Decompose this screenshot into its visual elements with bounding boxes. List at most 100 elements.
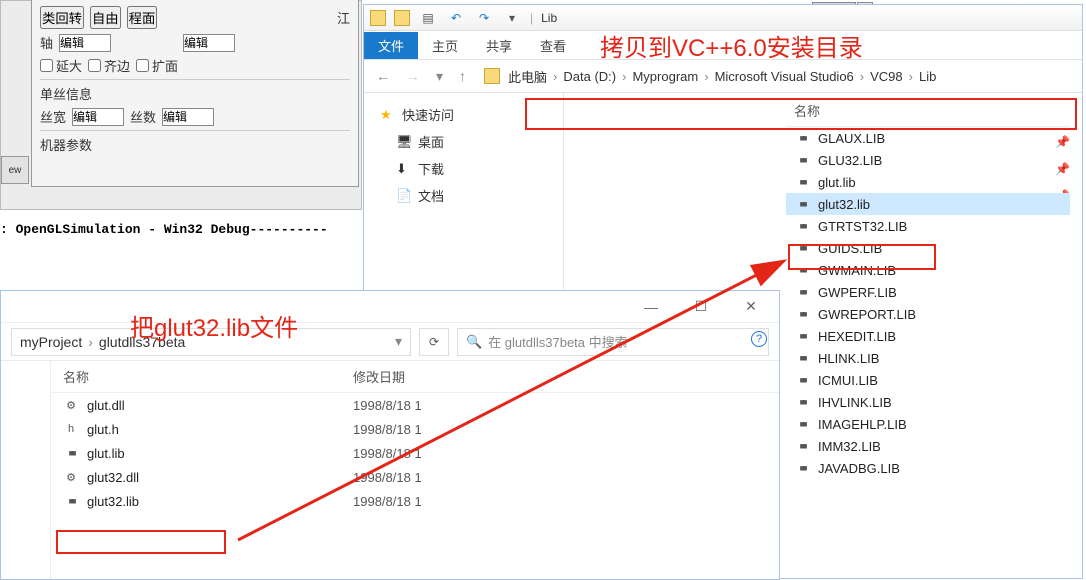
chk-align[interactable]: [88, 59, 101, 72]
chk-expand[interactable]: [136, 59, 149, 72]
search-input[interactable]: 🔍 在 glutdlls37beta 中搜索: [457, 328, 769, 356]
nav-docs[interactable]: 📄文档📌: [372, 182, 555, 209]
file-name: GWREPORT.LIB: [818, 307, 916, 322]
folder-icon: [394, 10, 410, 26]
menu-share[interactable]: 共享: [472, 32, 526, 59]
undo-icon[interactable]: ↶: [446, 8, 466, 28]
folder-icon: [484, 68, 500, 84]
file-row[interactable]: GLAUX.LIB: [786, 127, 1070, 149]
file-row[interactable]: IMAGEHLP.LIB: [786, 413, 1070, 435]
highlight-source-file: [56, 530, 226, 554]
nav-recent-icon[interactable]: ▾: [432, 68, 447, 85]
file-row[interactable]: HEXEDIT.LIB: [786, 325, 1070, 347]
folder-icon: [370, 10, 386, 26]
view-button[interactable]: ew: [1, 156, 29, 184]
label-count: 丝数: [130, 107, 156, 126]
file-name: IHVLINK.LIB: [818, 395, 892, 410]
menu-view[interactable]: 查看: [526, 32, 580, 59]
file-row[interactable]: GWREPORT.LIB: [786, 303, 1070, 325]
lib-file-icon: [794, 218, 810, 234]
file-name: HEXEDIT.LIB: [818, 329, 896, 344]
window-title: Lib: [541, 11, 557, 25]
file-row[interactable]: ⚙glut32.dll1998/8/18 1: [51, 465, 779, 489]
btn-rotate[interactable]: 类回转: [40, 6, 84, 29]
breadcrumb-segment[interactable]: VC98: [870, 69, 903, 84]
file-row[interactable]: IHVLINK.LIB: [786, 391, 1070, 413]
breadcrumb-segment[interactable]: Microsoft Visual Studio6: [715, 69, 854, 84]
width-edit[interactable]: [72, 108, 124, 126]
nav-up-icon[interactable]: ↑: [455, 68, 470, 84]
nav-back-icon[interactable]: ←: [372, 68, 394, 84]
lib-file-icon: [794, 460, 810, 476]
file-row[interactable]: hglut.h1998/8/18 1: [51, 417, 779, 441]
file-name: glut.lib: [818, 175, 856, 190]
file-name: HLINK.LIB: [818, 351, 879, 366]
file-row[interactable]: JAVADBG.LIB: [786, 457, 1070, 479]
file-row[interactable]: glut.lib1998/8/18 1: [51, 441, 779, 465]
btn-face[interactable]: 程面: [127, 6, 158, 29]
file-row[interactable]: HLINK.LIB: [786, 347, 1070, 369]
count-edit[interactable]: [162, 108, 214, 126]
file-date: 1998/8/18 1: [353, 470, 767, 485]
label-axis: 轴: [40, 33, 53, 52]
header-file-icon: h: [63, 421, 79, 437]
file-row[interactable]: ⚙glut.dll1998/8/18 1: [51, 393, 779, 417]
file-row[interactable]: IMM32.LIB: [786, 435, 1070, 457]
nav-downloads[interactable]: ⬇下载📌: [372, 155, 555, 182]
axis-edit-1[interactable]: [59, 34, 111, 52]
highlight-target-file: [788, 244, 936, 270]
lib-file-icon: [794, 130, 810, 146]
nav-desktop[interactable]: 🖥桌面📌: [372, 128, 555, 155]
refresh-button[interactable]: ⟳: [419, 328, 449, 356]
redo-icon[interactable]: ↷: [474, 8, 494, 28]
file-row[interactable]: GLU32.LIB: [786, 149, 1070, 171]
file-date: 1998/8/18 1: [353, 422, 767, 437]
axis-edit-2[interactable]: [183, 34, 235, 52]
file-name: glut32.lib: [87, 494, 139, 509]
help-icon[interactable]: ?: [751, 331, 767, 347]
file-row[interactable]: glut32.lib 1998/8/18 1: [51, 489, 779, 513]
doc-icon: 📄: [396, 188, 412, 204]
chevron-down-icon[interactable]: ▾: [395, 333, 402, 350]
breadcrumb-segment[interactable]: Lib: [919, 69, 936, 84]
btn-free[interactable]: 自由: [90, 6, 121, 29]
lib-file-icon: [63, 445, 79, 461]
chk-extend[interactable]: [40, 59, 53, 72]
file-list-lib: 名称 GLAUX.LIBGLU32.LIBglut.libglut32.libG…: [774, 93, 1082, 578]
debug-output-line: : OpenGLSimulation - Win32 Debug--------…: [0, 222, 362, 237]
lib-file-icon: [794, 372, 810, 388]
menu-home[interactable]: 主页: [418, 32, 472, 59]
nav-forward-icon[interactable]: →: [402, 68, 424, 84]
lib-file-icon: [794, 152, 810, 168]
minimize-button[interactable]: —: [631, 293, 671, 321]
file-date: 1998/8/18 1: [353, 494, 767, 509]
breadcrumb-segment[interactable]: Myprogram: [632, 69, 698, 84]
breadcrumb-segment[interactable]: Data (D:): [563, 69, 616, 84]
file-name: GLU32.LIB: [818, 153, 882, 168]
menu-file[interactable]: 文件: [364, 32, 418, 59]
file-name: glut32.lib: [818, 197, 870, 212]
star-icon: ★: [380, 107, 396, 123]
file-row[interactable]: glut.lib: [786, 171, 1070, 193]
file-row[interactable]: GTRTST32.LIB: [786, 215, 1070, 237]
maximize-button[interactable]: ☐: [681, 293, 721, 321]
col-date[interactable]: 修改日期: [353, 367, 767, 386]
file-name: glut.lib: [87, 446, 125, 461]
lib-file-icon: [794, 196, 810, 212]
file-row[interactable]: glut32.lib: [786, 193, 1070, 215]
file-row[interactable]: GWPERF.LIB: [786, 281, 1070, 303]
vc-top-panel: 类回转 自由 程面 江 轴 延大 齐边 扩面 单丝信息 丝宽 丝数 机器参数 e…: [0, 0, 362, 210]
lib-file-icon: [63, 493, 79, 509]
lib-file-icon: [794, 328, 810, 344]
breadcrumb[interactable]: 此电脑›Data (D:)›Myprogram›Microsoft Visual…: [508, 67, 936, 86]
breadcrumb-segment[interactable]: 此电脑: [508, 67, 547, 86]
label-machine: 机器参数: [40, 135, 92, 154]
props-icon[interactable]: ▤: [418, 8, 438, 28]
col-name[interactable]: 名称: [63, 367, 353, 386]
lib-file-icon: [794, 306, 810, 322]
dropdown-icon[interactable]: ▾: [502, 8, 522, 28]
close-button[interactable]: ✕: [731, 293, 771, 321]
file-row[interactable]: ICMUI.LIB: [786, 369, 1070, 391]
annotation-glut32: 把glut32.lib文件: [130, 308, 298, 343]
file-name: GTRTST32.LIB: [818, 219, 907, 234]
